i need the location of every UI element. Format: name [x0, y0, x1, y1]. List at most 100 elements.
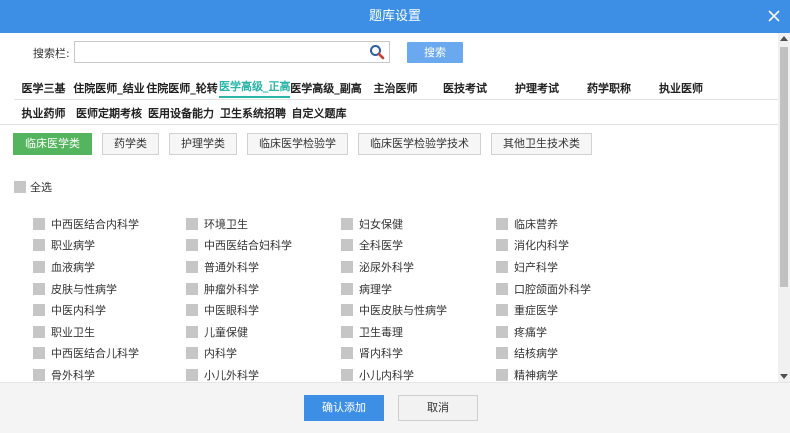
subject-item[interactable]: 卫生毒理 — [341, 321, 496, 343]
subject-item[interactable]: 精神病学 — [496, 364, 649, 382]
subject-item[interactable]: 血液病学 — [33, 256, 186, 278]
subject-label: 疼痛学 — [514, 325, 547, 339]
subject-item[interactable]: 皮肤与性病学 — [33, 278, 186, 300]
subject-checkbox[interactable] — [186, 282, 198, 295]
tab-item[interactable]: 医用设备能力 — [145, 105, 217, 123]
subject-checkbox[interactable] — [496, 282, 508, 295]
subject-item[interactable]: 肾内科学 — [341, 343, 496, 365]
tab-item[interactable]: 护理考试 — [501, 80, 573, 98]
subject-item[interactable]: 结核病学 — [496, 343, 649, 365]
subject-item[interactable]: 职业卫生 — [33, 321, 186, 343]
cancel-button[interactable]: 取消 — [398, 395, 478, 421]
tab-item[interactable]: 住院医师_结业 — [73, 80, 145, 98]
subject-checkbox[interactable] — [341, 260, 353, 273]
subject-checkbox[interactable] — [341, 304, 353, 317]
subject-item[interactable]: 消化内科学 — [496, 235, 649, 257]
category-buttons: 临床医学类 药学类 护理学类 临床医学检验学 临床医学检验学技术 其他卫生技术类 — [13, 133, 602, 155]
subject-checkbox[interactable] — [33, 260, 45, 273]
subject-checkbox[interactable] — [496, 368, 508, 381]
subject-checkbox[interactable] — [186, 217, 198, 230]
subject-checkbox[interactable] — [496, 325, 508, 338]
tab-item[interactable]: 卫生系统招聘 — [217, 105, 289, 123]
subject-checkbox[interactable] — [186, 304, 198, 317]
subject-checkbox[interactable] — [496, 260, 508, 273]
tab-item[interactable]: 自定义题库 — [289, 105, 349, 123]
category-button[interactable]: 药学类 — [102, 133, 159, 155]
category-button[interactable]: 临床医学检验学技术 — [358, 133, 481, 155]
subject-item[interactable]: 口腔颌面外科学 — [496, 278, 649, 300]
subject-item[interactable]: 疼痛学 — [496, 321, 649, 343]
vertical-scrollbar[interactable] — [778, 33, 790, 382]
subject-checkbox[interactable] — [33, 282, 45, 295]
select-all-checkbox[interactable] — [14, 181, 26, 193]
subject-checkbox[interactable] — [496, 347, 508, 360]
subject-checkbox[interactable] — [186, 260, 198, 273]
category-button[interactable]: 其他卫生技术类 — [491, 133, 592, 155]
subject-checkbox[interactable] — [496, 239, 508, 252]
subject-item[interactable]: 小儿内科学 — [341, 364, 496, 382]
subject-item[interactable]: 中医眼科学 — [186, 299, 341, 321]
subject-checkbox[interactable] — [496, 217, 508, 230]
subject-item[interactable]: 中西医结合内科学 — [33, 213, 186, 235]
subject-checkbox[interactable] — [33, 304, 45, 317]
subject-checkbox[interactable] — [33, 347, 45, 360]
subject-checkbox[interactable] — [33, 325, 45, 338]
tab-item[interactable]: 医师定期考核 — [73, 105, 145, 123]
tab-item[interactable]: 执业药师 — [14, 105, 73, 123]
subject-item[interactable]: 儿童保健 — [186, 321, 341, 343]
subject-checkbox[interactable] — [341, 368, 353, 381]
subject-item[interactable]: 妇产科学 — [496, 256, 649, 278]
scroll-down-icon[interactable] — [780, 374, 788, 379]
subject-item[interactable]: 泌尿外科学 — [341, 256, 496, 278]
subject-checkbox[interactable] — [186, 347, 198, 360]
search-icon[interactable] — [369, 44, 385, 60]
subject-checkbox[interactable] — [341, 347, 353, 360]
subject-checkbox[interactable] — [33, 368, 45, 381]
tab-item[interactable]: 主治医师 — [362, 80, 429, 98]
search-input[interactable] — [75, 42, 367, 62]
scrollbar-thumb[interactable] — [780, 47, 788, 287]
subject-checkbox[interactable] — [341, 217, 353, 230]
category-button-active[interactable]: 临床医学类 — [13, 133, 92, 155]
select-all[interactable]: 全选 — [14, 179, 52, 195]
scroll-up-icon[interactable] — [780, 36, 788, 41]
exam-tabs-row-1: 医学三基 住院医师_结业 住院医师_轮转 医学高级_正高 医学高级_副高 主治医… — [14, 80, 717, 98]
tab-item[interactable]: 医技考试 — [429, 80, 501, 98]
subject-checkbox[interactable] — [186, 239, 198, 252]
tab-item[interactable]: 医学高级_副高 — [290, 80, 362, 98]
subject-item[interactable]: 中医皮肤与性病学 — [341, 299, 496, 321]
category-button[interactable]: 临床医学检验学 — [247, 133, 348, 155]
close-icon[interactable] — [764, 6, 784, 26]
category-button[interactable]: 护理学类 — [169, 133, 237, 155]
subject-item[interactable]: 中西医结合儿科学 — [33, 343, 186, 365]
tab-item[interactable]: 执业医师 — [645, 80, 717, 98]
subject-item[interactable]: 内科学 — [186, 343, 341, 365]
subject-item[interactable]: 病理学 — [341, 278, 496, 300]
subject-item[interactable]: 小儿外科学 — [186, 364, 341, 382]
subject-checkbox[interactable] — [496, 304, 508, 317]
subject-item[interactable]: 职业病学 — [33, 235, 186, 257]
subject-item[interactable]: 中医内科学 — [33, 299, 186, 321]
subject-item[interactable]: 临床营养 — [496, 213, 649, 235]
subject-item[interactable]: 环境卫生 — [186, 213, 341, 235]
subject-item[interactable]: 重症医学 — [496, 299, 649, 321]
subject-item[interactable]: 肿瘤外科学 — [186, 278, 341, 300]
tab-item[interactable]: 医学三基 — [14, 80, 73, 98]
confirm-add-button[interactable]: 确认添加 — [304, 395, 384, 421]
subject-checkbox[interactable] — [33, 239, 45, 252]
subject-checkbox[interactable] — [341, 325, 353, 338]
subject-item[interactable]: 全科医学 — [341, 235, 496, 257]
tab-item[interactable]: 药学职称 — [573, 80, 645, 98]
subject-checkbox[interactable] — [33, 217, 45, 230]
search-button[interactable]: 搜索 — [407, 42, 463, 63]
tab-item-active[interactable]: 医学高级_正高 — [219, 78, 291, 98]
tab-item[interactable]: 住院医师_轮转 — [145, 80, 219, 98]
subject-checkbox[interactable] — [341, 282, 353, 295]
subject-item[interactable]: 骨外科学 — [33, 364, 186, 382]
subject-checkbox[interactable] — [186, 368, 198, 381]
subject-checkbox[interactable] — [341, 239, 353, 252]
subject-item[interactable]: 普通外科学 — [186, 256, 341, 278]
subject-checkbox[interactable] — [186, 325, 198, 338]
subject-item[interactable]: 妇女保健 — [341, 213, 496, 235]
subject-item[interactable]: 中西医结合妇科学 — [186, 235, 341, 257]
